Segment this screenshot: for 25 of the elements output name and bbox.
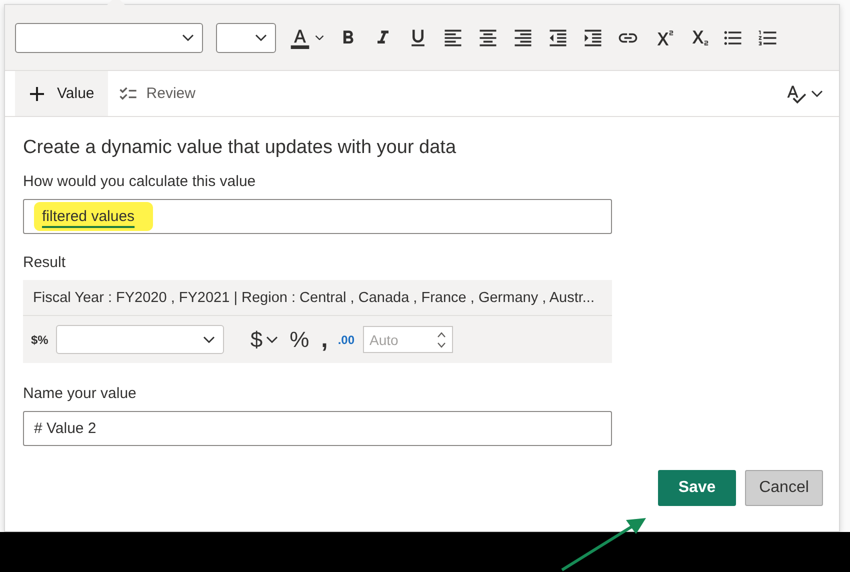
- decimal-button[interactable]: .00: [338, 332, 355, 346]
- chevron-down-icon: [203, 336, 216, 344]
- size-dropdown[interactable]: [216, 22, 276, 52]
- number-format-icon[interactable]: $%: [31, 332, 48, 346]
- chevron-down-icon: [315, 34, 324, 40]
- percent-button[interactable]: %: [288, 326, 312, 352]
- chevron-down-icon: [266, 336, 278, 344]
- tab[interactable]: Value: [15, 71, 108, 116]
- chevron-down-icon: [255, 34, 267, 42]
- tab[interactable]: Review: [108, 71, 210, 116]
- dialog-heading: Create a dynamic value that updates with your data: [23, 137, 458, 159]
- font-dropdown[interactable]: [15, 22, 203, 52]
- name-field[interactable]: # Value 2: [23, 411, 612, 446]
- calculation-field[interactable]: filtered values: [23, 199, 612, 234]
- field-label: Name your value: [23, 385, 138, 402]
- field-label: Result: [23, 254, 67, 271]
- field-label: How would you calculate this value: [23, 173, 257, 190]
- cancel-button[interactable]: Cancel: [745, 470, 823, 506]
- chevron-down-icon: [811, 90, 823, 98]
- result-text: Fiscal Year : FY2020 , FY2021 | Region : Central , Canada , France , Germany , Austr...: [23, 280, 612, 316]
- currency-button[interactable]: $: [248, 326, 280, 352]
- spinner-arrows-icon: [436, 332, 446, 348]
- chevron-down-icon: [182, 34, 194, 42]
- comma-button[interactable]: ,: [319, 326, 330, 354]
- save-button[interactable]: Save: [658, 470, 736, 506]
